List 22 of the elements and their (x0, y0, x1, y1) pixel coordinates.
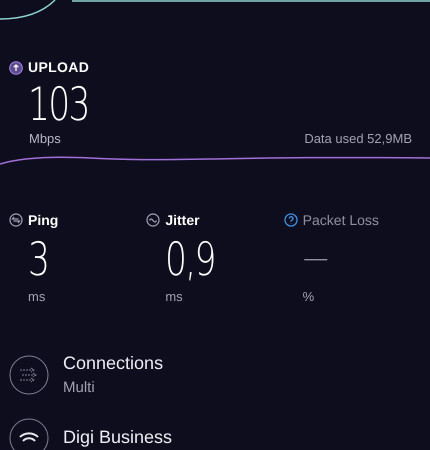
wifi-icon (9, 418, 49, 450)
stat-unit: ms (27, 288, 46, 306)
stat-value: — (302, 237, 328, 280)
stat-value: 0,9 (165, 236, 216, 282)
data-used: Data used 52,9MB (304, 130, 412, 148)
detail-title: Connections (63, 352, 164, 375)
upload-icon (9, 60, 23, 74)
speed-unit: Mbps (29, 130, 61, 148)
upload-speed: 103 (28, 81, 89, 127)
connections-icon (9, 354, 49, 395)
stat-unit: ms (164, 288, 184, 306)
stat-unit: % (302, 288, 316, 306)
stat-label: Ping (28, 210, 58, 230)
upload-label: UPLOAD (28, 58, 90, 77)
stat-value: 3 (28, 236, 48, 282)
ping-icon (9, 213, 23, 227)
detail-title: Digi Business (63, 426, 172, 449)
wave-icon (146, 213, 160, 227)
stat-label: Jitter (165, 210, 200, 230)
detail-subtitle: Multi (63, 378, 96, 398)
help-icon (284, 213, 298, 227)
stat-label: Packet Loss (302, 210, 379, 230)
